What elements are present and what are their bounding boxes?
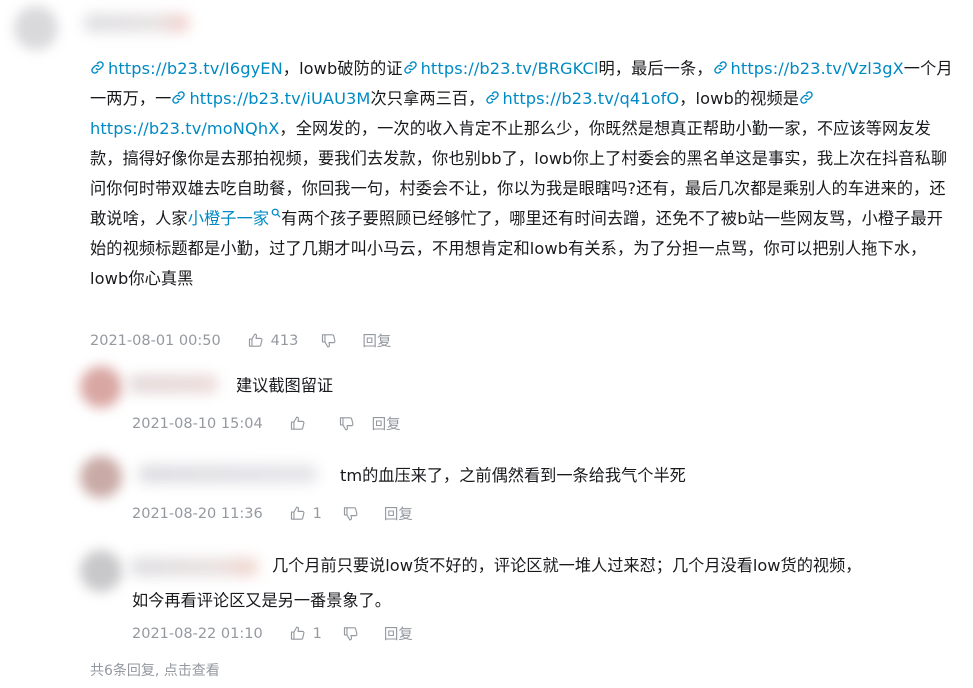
thumb-up-icon bbox=[290, 506, 305, 520]
link-icon bbox=[485, 91, 499, 104]
like-button[interactable]: 413 bbox=[247, 332, 299, 349]
comment-link-text: https://b23.tv/iUAU3M bbox=[189, 89, 371, 108]
reply-button[interactable]: 回复 bbox=[384, 623, 413, 644]
like-count: 1 bbox=[312, 625, 322, 642]
thumb-up-icon[interactable] bbox=[289, 415, 306, 432]
reply-text: tm的血压来了，之前偶然看到一条给我气个半死 bbox=[340, 466, 686, 485]
like-button[interactable]: 1 bbox=[289, 625, 322, 642]
reply-text-line-1: 几个月前只要说low货不好的，评论区就一堆人过来怼；几个月没看low货的视频， bbox=[272, 556, 862, 575]
comment-link-text: https://b23.tv/I6gyEN bbox=[108, 59, 283, 78]
comment-text: 明，最后一条， bbox=[598, 59, 713, 78]
comment-link[interactable]: https://b23.tv/q41ofO bbox=[485, 89, 680, 108]
comment-body: https://b23.tv/I6gyEN，lowb破防的证 https://b2… bbox=[90, 54, 958, 294]
link-icon bbox=[172, 91, 186, 104]
reply-time: 2021-08-22 01:10 bbox=[132, 625, 263, 642]
reply-text-line-2: 如今再看评论区又是另一番景象了。 bbox=[132, 591, 391, 610]
reply-time: 2021-08-10 15:04 bbox=[132, 415, 263, 432]
comment-link[interactable]: https://b23.tv/BRGKCl bbox=[403, 59, 599, 78]
reply-text: 建议截图留证 bbox=[236, 376, 334, 395]
thumb-down-icon[interactable] bbox=[338, 415, 355, 432]
comment-time: 2021-08-01 00:50 bbox=[90, 332, 221, 349]
link-icon bbox=[403, 61, 417, 74]
search-icon bbox=[271, 208, 281, 218]
reply-username-blurred[interactable] bbox=[138, 465, 318, 483]
reply-avatar[interactable] bbox=[80, 550, 122, 592]
username-blurred[interactable] bbox=[84, 14, 189, 32]
search-keyword-text: 小橙子一家 bbox=[187, 209, 270, 228]
comment-text: 次只拿两三百， bbox=[370, 89, 485, 108]
comment-link-text: https://b23.tv/Vzl3gX bbox=[730, 59, 904, 78]
reply-avatar[interactable] bbox=[80, 366, 122, 408]
avatar[interactable] bbox=[14, 6, 58, 50]
comment-link[interactable]: https://b23.tv/iUAU3M bbox=[171, 89, 370, 108]
view-more-replies-link[interactable]: 共6条回复, 点击查看 bbox=[90, 663, 220, 679]
reply-avatar[interactable] bbox=[80, 456, 122, 498]
thumb-down-icon[interactable] bbox=[342, 505, 359, 522]
link-icon bbox=[91, 61, 104, 74]
search-keyword[interactable]: 小橙子一家 bbox=[187, 208, 281, 228]
comment-text: ，lowb的视频是 bbox=[679, 89, 800, 108]
comment-link[interactable]: https://b23.tv/Vzl3gX bbox=[713, 59, 904, 78]
link-icon bbox=[800, 91, 813, 104]
reply-username-blurred[interactable] bbox=[128, 375, 218, 393]
reply-button[interactable]: 回复 bbox=[372, 413, 401, 434]
like-button[interactable]: 1 bbox=[289, 505, 322, 522]
comment-link[interactable]: https://b23.tv/I6gyEN bbox=[90, 59, 283, 78]
reply-meta: 2021-08-10 15:04 回复 bbox=[132, 413, 401, 434]
reply-meta: 2021-08-22 01:10 1 回复 bbox=[132, 623, 413, 644]
comment-link-text: https://b23.tv/moNQhX bbox=[90, 119, 280, 138]
comment-text: ，lowb破防的证 bbox=[282, 59, 403, 78]
reply-button[interactable]: 回复 bbox=[362, 330, 391, 351]
reply-username-blurred[interactable] bbox=[130, 558, 258, 576]
link-icon bbox=[713, 61, 727, 74]
like-count: 1 bbox=[312, 505, 322, 522]
reply-time: 2021-08-20 11:36 bbox=[132, 505, 263, 522]
like-count: 413 bbox=[270, 332, 299, 349]
comment-link-text: https://b23.tv/BRGKCl bbox=[420, 59, 599, 78]
thumb-up-icon bbox=[248, 333, 263, 347]
comment-meta: 2021-08-01 00:50 413 回复 bbox=[90, 330, 391, 351]
thumb-down-icon[interactable] bbox=[320, 332, 337, 349]
reply-meta: 2021-08-20 11:36 1 回复 bbox=[132, 503, 413, 524]
comment-link-text: https://b23.tv/q41ofO bbox=[502, 89, 680, 108]
more-replies: 共6条回复, 点击查看 bbox=[90, 660, 220, 680]
reply-button[interactable]: 回复 bbox=[384, 503, 413, 524]
thumb-up-icon bbox=[290, 626, 305, 640]
thumb-down-icon[interactable] bbox=[342, 625, 359, 642]
